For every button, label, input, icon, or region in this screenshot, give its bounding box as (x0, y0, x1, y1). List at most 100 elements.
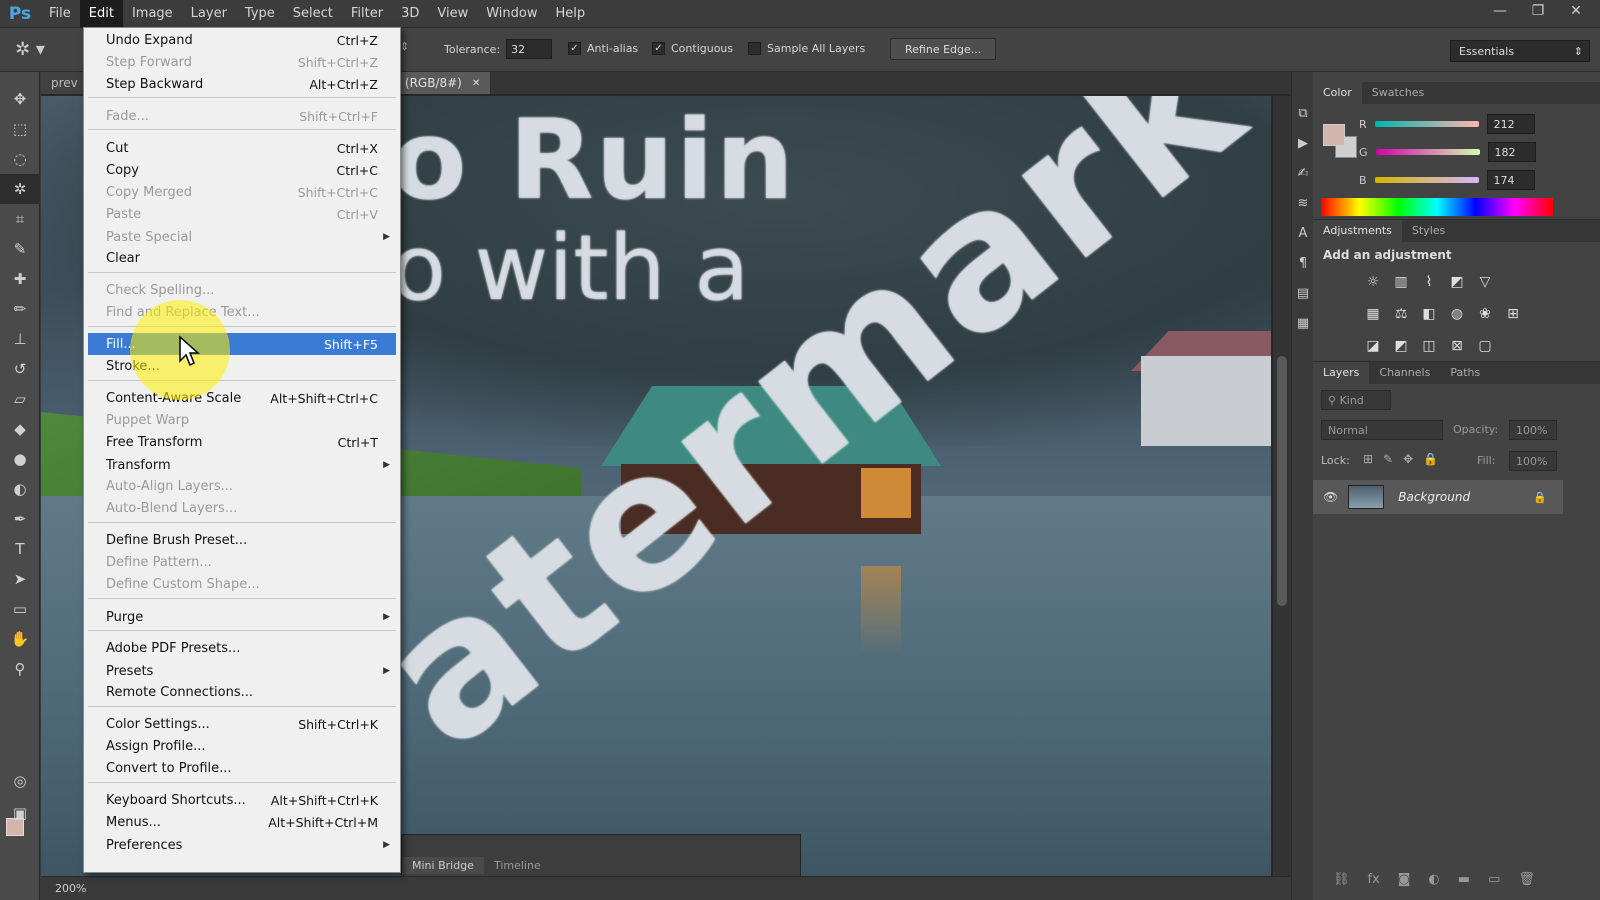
photo-filter-icon[interactable]: ◍ (1443, 300, 1471, 328)
actions-panel-icon[interactable]: ▶ (1292, 128, 1314, 158)
fill-input[interactable]: 100% (1509, 451, 1557, 471)
new-adjustment-icon[interactable]: ◐ (1428, 872, 1439, 887)
g-value[interactable]: 182 (1487, 142, 1536, 162)
tab-styles[interactable]: Styles (1402, 220, 1455, 242)
layer-comps-icon[interactable]: ▤ (1292, 278, 1314, 308)
menu-item-remote-connections[interactable]: Remote Connections... (88, 681, 396, 703)
menu-select[interactable]: Select (284, 0, 342, 28)
eyedropper-tool-icon[interactable]: ✎ (0, 234, 40, 264)
close-button[interactable]: ✕ (1558, 0, 1594, 22)
new-layer-icon[interactable]: ▭ (1488, 872, 1500, 887)
g-slider[interactable] (1375, 149, 1480, 155)
paint-bucket-tool-icon[interactable]: ◆ (0, 414, 40, 444)
menu-item-step-backward[interactable]: Step Backward Alt+Ctrl+Z (88, 73, 396, 95)
menu-help[interactable]: Help (547, 0, 595, 28)
menu-item-transform[interactable]: Transform ▶ (88, 454, 396, 476)
levels-icon[interactable]: ▥ (1387, 268, 1415, 296)
menu-item-purge[interactable]: Purge ▶ (88, 606, 396, 628)
b-slider[interactable] (1374, 177, 1479, 183)
tab-channels[interactable]: Channels (1369, 362, 1440, 384)
tab-swatches[interactable]: Swatches (1362, 82, 1435, 104)
color-spectrum-bar[interactable] (1321, 198, 1553, 216)
type-tool-icon[interactable]: T (0, 534, 40, 564)
workspace-select[interactable]: Essentials ⇕ (1450, 40, 1590, 62)
anti-alias-checkbox[interactable]: ✓ (568, 42, 581, 55)
path-selection-tool-icon[interactable]: ➤ (0, 564, 40, 594)
healing-brush-tool-icon[interactable]: ✚ (0, 264, 40, 294)
brush-presets-icon[interactable]: ≋ (1292, 188, 1314, 218)
screen-mode-icon[interactable]: ▣ (0, 798, 40, 828)
menu-item-convert-to-profile[interactable]: Convert to Profile... (88, 757, 396, 779)
blend-mode-select[interactable]: Normal (1321, 420, 1443, 440)
menu-view[interactable]: View (428, 0, 477, 28)
r-slider[interactable] (1374, 121, 1479, 127)
brightness-icon[interactable]: ☼ (1359, 268, 1387, 296)
layer-filter-kind[interactable]: ⚲ Kind (1321, 390, 1391, 410)
link-layers-icon[interactable]: ⛓ (1333, 872, 1350, 887)
menu-item-cut[interactable]: Cut Ctrl+X (88, 137, 396, 159)
vibrance-icon[interactable]: ▽ (1471, 268, 1499, 296)
history-brush-tool-icon[interactable]: ↺ (0, 354, 40, 384)
magic-wand-icon[interactable]: ✲ ▾ (0, 39, 60, 60)
rectangle-tool-icon[interactable]: ▭ (0, 594, 40, 624)
menu-item-paste[interactable]: Paste Ctrl+V (88, 203, 396, 225)
minimize-button[interactable]: — (1482, 0, 1518, 22)
menu-item-define-custom-shape[interactable]: Define Custom Shape... (88, 573, 396, 595)
zoom-tool-icon[interactable]: ⚲ (0, 654, 40, 684)
delete-layer-icon[interactable]: 🗑 (1518, 872, 1535, 887)
zoom-level[interactable]: 200% (41, 882, 96, 895)
menu-3d[interactable]: 3D (392, 0, 428, 28)
menu-type[interactable]: Type (236, 0, 284, 28)
menu-item-auto-align-layers[interactable]: Auto-Align Layers... (88, 475, 396, 497)
threshold-icon[interactable]: ◫ (1415, 332, 1443, 360)
vertical-scroll-thumb[interactable] (1277, 356, 1287, 606)
sample-all-layers-checkbox[interactable] (748, 42, 761, 55)
menu-item-assign-profile[interactable]: Assign Profile... (88, 735, 396, 757)
move-tool-icon[interactable]: ✥ (0, 84, 40, 114)
tab-layers[interactable]: Layers (1313, 362, 1370, 384)
history-panel-icon[interactable]: ⧉ (1292, 98, 1314, 128)
color-lookup-icon[interactable]: ⊞ (1499, 300, 1527, 328)
restore-button[interactable]: ❐ (1520, 0, 1556, 22)
color-balance-icon[interactable]: ⚖ (1387, 300, 1415, 328)
fx-icon[interactable]: fx (1368, 872, 1380, 887)
menu-item-free-transform[interactable]: Free Transform Ctrl+T (88, 431, 396, 453)
crop-tool-icon[interactable]: ⌗ (0, 204, 40, 234)
clone-stamp-tool-icon[interactable]: ⊥ (0, 324, 40, 354)
channel-mixer-icon[interactable]: ❀ (1471, 300, 1499, 328)
menu-item-fade[interactable]: Fade... Shift+Ctrl+F (88, 105, 396, 127)
refine-edge-button[interactable]: Refine Edge... (890, 38, 997, 60)
character-panel-icon[interactable]: A (1292, 218, 1314, 248)
menu-edit[interactable]: Edit (79, 0, 123, 28)
blur-tool-icon[interactable]: ● (0, 444, 40, 474)
tolerance-input[interactable] (506, 39, 553, 59)
exposure-icon[interactable]: ◩ (1443, 268, 1471, 296)
menu-image[interactable]: Image (123, 0, 182, 28)
menu-item-undo-expand[interactable]: Undo Expand Ctrl+Z (88, 29, 396, 51)
menu-filter[interactable]: Filter (342, 0, 392, 28)
dodge-tool-icon[interactable]: ◐ (0, 474, 40, 504)
layer-row-background[interactable]: 👁 Background 🔒 (1313, 480, 1563, 514)
black-white-icon[interactable]: ◧ (1415, 300, 1443, 328)
notes-panel-icon[interactable]: ▦ (1292, 308, 1314, 338)
paragraph-panel-icon[interactable]: ¶ (1292, 248, 1314, 278)
add-mask-icon[interactable]: ◙ (1398, 872, 1411, 887)
menu-file[interactable]: File (40, 0, 80, 28)
menu-item-color-settings[interactable]: Color Settings... Shift+Ctrl+K (88, 713, 396, 735)
contiguous-checkbox[interactable]: ✓ (652, 42, 665, 55)
lasso-tool-icon[interactable]: ◌ (0, 144, 40, 174)
menu-item-clear[interactable]: Clear (88, 247, 396, 269)
document-tab-prev[interactable]: prev (41, 72, 89, 94)
menu-item-content-aware-scale[interactable]: Content-Aware Scale Alt+Shift+Ctrl+C (88, 387, 396, 409)
menu-item-menus[interactable]: Menus... Alt+Shift+Ctrl+M (88, 811, 396, 833)
menu-item-find-replace[interactable]: Find and Replace Text... (88, 301, 396, 323)
close-tab-icon[interactable]: ✕ (472, 78, 480, 89)
menu-item-copy-merged[interactable]: Copy Merged Shift+Ctrl+C (88, 181, 396, 203)
brush-tool-icon[interactable]: ✏ (0, 294, 40, 324)
menu-item-check-spelling[interactable]: Check Spelling... (88, 279, 396, 301)
quick-mask-icon[interactable]: ◎ (0, 766, 40, 796)
menu-item-step-forward[interactable]: Step Forward Shift+Ctrl+Z (88, 51, 396, 73)
tab-adjustments[interactable]: Adjustments (1313, 220, 1402, 242)
tab-timeline[interactable]: Timeline (484, 857, 551, 874)
menu-item-auto-blend-layers[interactable]: Auto-Blend Layers... (88, 497, 396, 519)
